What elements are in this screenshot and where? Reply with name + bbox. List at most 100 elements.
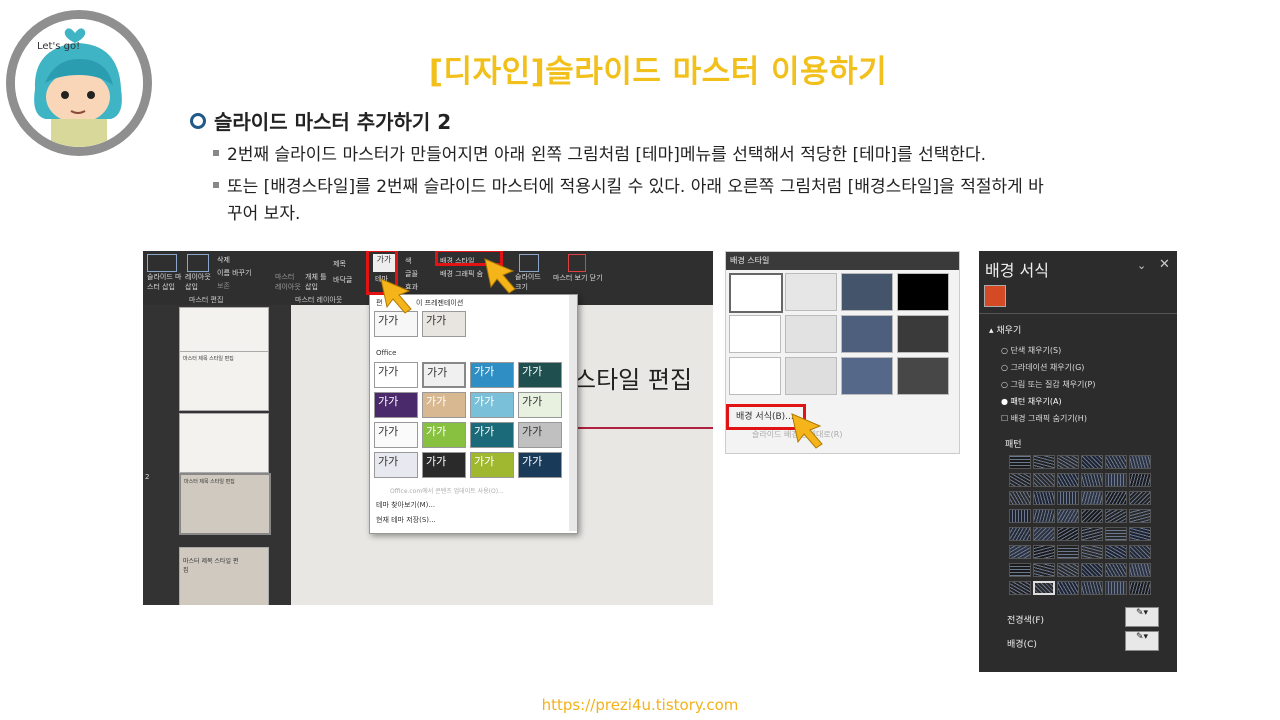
pattern-swatch[interactable] <box>1033 581 1055 595</box>
pattern-swatch[interactable] <box>1009 455 1031 469</box>
foreground-color-picker[interactable]: ✎▾ <box>1125 607 1159 627</box>
theme-thumbnail[interactable]: 가가 <box>518 422 562 448</box>
pattern-swatch[interactable] <box>1009 563 1031 577</box>
pattern-swatch[interactable] <box>1129 527 1151 541</box>
pattern-swatch[interactable] <box>1057 491 1079 505</box>
pattern-swatch[interactable] <box>1033 563 1055 577</box>
insert-master-button[interactable]: 슬라이드 마 스터 삽입 <box>147 272 181 292</box>
pattern-swatch[interactable] <box>1033 509 1055 523</box>
theme-thumbnail[interactable]: 가가 <box>518 452 562 478</box>
pattern-swatch[interactable] <box>1033 545 1055 559</box>
slide-thumbnail[interactable] <box>179 413 269 473</box>
pattern-swatch[interactable] <box>1105 581 1127 595</box>
background-color-picker[interactable]: ✎▾ <box>1125 631 1159 651</box>
theme-thumbnail[interactable]: 가가 <box>374 362 418 388</box>
bg-style-swatch[interactable] <box>897 273 949 311</box>
slide-thumbnail[interactable]: 마스터 제목 스타일 편집 <box>179 351 269 411</box>
pattern-swatch[interactable] <box>1057 455 1079 469</box>
theme-thumbnail[interactable]: 가가 <box>470 392 514 418</box>
theme-thumbnail[interactable]: 가가 <box>470 362 514 388</box>
delete-button[interactable]: 삭제 <box>217 255 230 265</box>
pattern-swatch[interactable] <box>1105 491 1127 505</box>
office-online-link[interactable]: Office.com에서 콘텐츠 업데이트 사용(O)... <box>390 486 504 495</box>
pattern-swatch[interactable] <box>1105 455 1127 469</box>
bg-style-swatch[interactable] <box>729 357 781 395</box>
bg-style-swatch[interactable] <box>785 357 837 395</box>
pattern-swatch[interactable] <box>1081 545 1103 559</box>
pattern-swatch[interactable] <box>1105 545 1127 559</box>
fill-icon[interactable] <box>984 285 1006 307</box>
pattern-swatch[interactable] <box>1129 545 1151 559</box>
pattern-swatch[interactable] <box>1057 563 1079 577</box>
pattern-fill-option[interactable]: ● 패턴 채우기(A) <box>1001 396 1062 407</box>
bg-style-swatch[interactable] <box>729 273 783 313</box>
colors-button[interactable]: 색 <box>405 256 411 266</box>
footer-url[interactable]: https://prezi4u.tistory.com <box>0 696 1280 714</box>
pattern-swatch[interactable] <box>1129 563 1151 577</box>
pattern-swatch[interactable] <box>1129 509 1151 523</box>
theme-thumbnail[interactable]: 가가 <box>374 392 418 418</box>
bg-style-swatch[interactable] <box>841 273 893 311</box>
pattern-swatch[interactable] <box>1009 527 1031 541</box>
theme-thumbnail[interactable]: 가가 <box>518 392 562 418</box>
close-master-button[interactable]: 마스터 보기 닫기 <box>553 273 603 283</box>
insert-placeholder-button[interactable]: 개체 틀 삽입 <box>305 272 327 292</box>
rename-button[interactable]: 이름 바꾸기 <box>217 268 251 278</box>
pattern-swatch[interactable] <box>1081 473 1103 487</box>
pattern-swatch[interactable] <box>1057 545 1079 559</box>
browse-themes-item[interactable]: 테마 찾아보기(M)... <box>376 500 435 510</box>
theme-thumbnail[interactable]: 가가 <box>422 452 466 478</box>
theme-thumbnail[interactable]: 가가 <box>374 422 418 448</box>
pattern-swatch[interactable] <box>1105 563 1127 577</box>
pattern-swatch[interactable] <box>1009 581 1031 595</box>
bg-style-swatch[interactable] <box>841 357 893 395</box>
pattern-swatch[interactable] <box>1057 581 1079 595</box>
pattern-swatch[interactable] <box>1129 473 1151 487</box>
pattern-swatch[interactable] <box>1129 581 1151 595</box>
chevron-down-icon[interactable]: ⌄ <box>1137 259 1146 272</box>
pattern-swatch[interactable] <box>1105 473 1127 487</box>
theme-thumbnail[interactable]: 가가 <box>470 452 514 478</box>
pattern-swatch[interactable] <box>1081 455 1103 469</box>
pattern-swatch[interactable] <box>1081 509 1103 523</box>
pattern-swatch[interactable] <box>1009 509 1031 523</box>
pattern-swatch[interactable] <box>1057 473 1079 487</box>
pattern-swatch[interactable] <box>1081 491 1103 505</box>
theme-thumbnail[interactable]: 가가 <box>470 422 514 448</box>
pattern-swatch[interactable] <box>1129 491 1151 505</box>
slide-thumbnail[interactable]: 마스터 제목 스타일 편 집 <box>179 547 269 605</box>
pattern-swatch[interactable] <box>1057 509 1079 523</box>
slide-thumbnail-selected[interactable]: 마스터 제목 스타일 편집 <box>179 473 271 535</box>
theme-thumbnail[interactable]: 가가 <box>422 311 466 337</box>
hide-graphics-checkbox[interactable]: ☐ 배경 그래픽 숨기기(H) <box>1001 413 1087 424</box>
pattern-swatch[interactable] <box>1033 473 1055 487</box>
pattern-swatch[interactable] <box>1009 473 1031 487</box>
bg-style-swatch[interactable] <box>897 357 949 395</box>
theme-thumbnail[interactable]: 가가 <box>422 392 466 418</box>
pattern-swatch[interactable] <box>1033 455 1055 469</box>
title-checkbox[interactable]: 제목 <box>333 259 346 269</box>
pattern-swatch[interactable] <box>1105 527 1127 541</box>
pattern-swatch[interactable] <box>1081 563 1103 577</box>
pattern-swatch[interactable] <box>1081 527 1103 541</box>
insert-layout-button[interactable]: 레이아웃 삽입 <box>185 272 211 292</box>
save-theme-item[interactable]: 현재 테마 저장(S)... <box>376 515 436 525</box>
gallery-scrollbar[interactable] <box>569 295 577 531</box>
hide-bg-checkbox[interactable]: 배경 그래픽 숨 <box>440 269 483 279</box>
pattern-swatch[interactable] <box>1129 455 1151 469</box>
theme-thumbnail[interactable]: 가가 <box>374 452 418 478</box>
footer-checkbox[interactable]: 바닥글 <box>333 275 352 285</box>
bg-style-swatch[interactable] <box>785 273 837 311</box>
picture-fill-option[interactable]: ○ 그림 또는 질감 채우기(P) <box>1001 379 1095 390</box>
pattern-swatch[interactable] <box>1033 527 1055 541</box>
preserve-button[interactable]: 보존 <box>217 281 230 291</box>
bg-style-swatch[interactable] <box>841 315 893 353</box>
bg-style-swatch[interactable] <box>729 315 781 353</box>
theme-thumbnail[interactable]: 가가 <box>518 362 562 388</box>
bg-style-swatch[interactable] <box>897 315 949 353</box>
master-layout-button[interactable]: 마스터 레이아웃 <box>275 272 301 292</box>
pattern-swatch[interactable] <box>1057 527 1079 541</box>
theme-thumbnail[interactable]: 가가 <box>422 362 466 388</box>
gradient-fill-option[interactable]: ○ 그라데이션 채우기(G) <box>1001 362 1084 373</box>
bg-style-swatch[interactable] <box>785 315 837 353</box>
